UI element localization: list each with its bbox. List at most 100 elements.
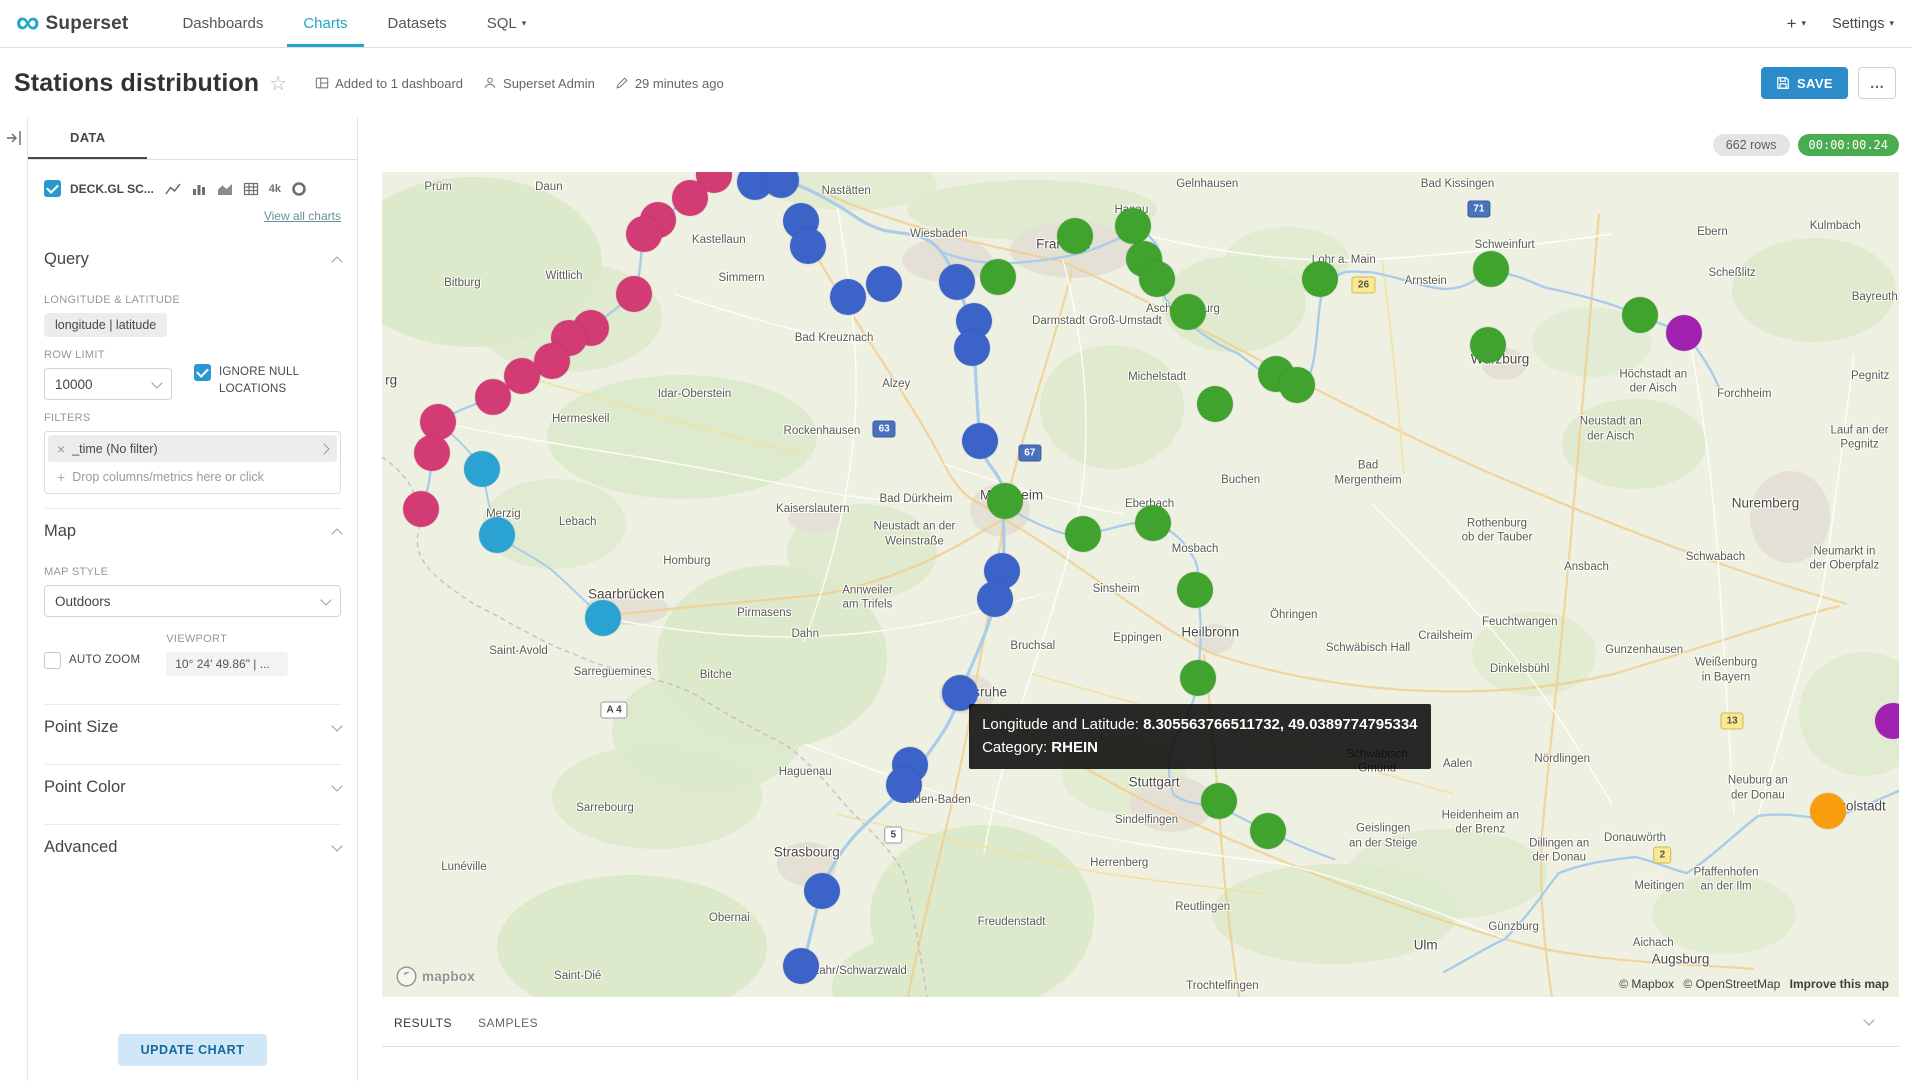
map-point-green[interactable]: [1473, 251, 1509, 287]
map-point-pink[interactable]: [420, 404, 456, 440]
nav-item-charts[interactable]: Charts: [287, 0, 363, 47]
map-point-green[interactable]: [1302, 261, 1338, 297]
view-all-charts-link[interactable]: View all charts: [264, 209, 341, 223]
map-point-green[interactable]: [1065, 516, 1101, 552]
query-section-header[interactable]: Query: [44, 237, 341, 282]
map-point-pink[interactable]: [616, 276, 652, 312]
map-point-blue[interactable]: [790, 228, 826, 264]
map-point-green[interactable]: [1279, 367, 1315, 403]
auto-zoom-control[interactable]: AUTO ZOOM: [44, 652, 140, 669]
advanced-section-header[interactable]: Advanced: [44, 825, 341, 870]
viz-type-checkbox[interactable]: [44, 180, 61, 197]
map-point-pink[interactable]: [626, 216, 662, 252]
map-point-blue[interactable]: [804, 873, 840, 909]
map-point-purple[interactable]: [1666, 315, 1702, 351]
map-point-pink[interactable]: [475, 379, 511, 415]
line-chart-ic on[interactable]: [165, 181, 181, 197]
map-canvas[interactable]: PrümDaunNastättenGelnhausenBad Kissingen…: [382, 172, 1899, 997]
map-point-green[interactable]: [1180, 660, 1216, 696]
map-point-orange[interactable]: [1810, 793, 1846, 829]
map-point-green[interactable]: [987, 483, 1023, 519]
point-color-title: Point Color: [44, 778, 126, 797]
point-size-section-header[interactable]: Point Size: [44, 705, 341, 750]
map-point-green[interactable]: [1139, 261, 1175, 297]
favorite-star-icon[interactable]: ☆: [269, 71, 287, 96]
map-style-select[interactable]: Outdoors: [44, 585, 341, 617]
map-point-blue[interactable]: [954, 330, 990, 366]
last-modified-badge[interactable]: 29 minutes ago: [615, 76, 724, 91]
map-point-cyan[interactable]: [464, 451, 500, 487]
map-city-label: Nastätten: [822, 184, 871, 198]
mapbox-attribution-link[interactable]: © Mapbox: [1619, 977, 1674, 991]
settings-menu[interactable]: Settings▾: [1832, 16, 1894, 32]
new-item-menu[interactable]: +▾: [1787, 14, 1806, 34]
update-chart-button[interactable]: UPDATE CHART: [118, 1034, 268, 1066]
map-point-green[interactable]: [1135, 505, 1171, 541]
more-options-button[interactable]: …: [1858, 67, 1896, 99]
auto-zoom-checkbox[interactable]: [44, 652, 61, 669]
map-point-pink[interactable]: [504, 358, 540, 394]
pie-chart-icon[interactable]: [291, 181, 307, 197]
map-point-green[interactable]: [1177, 572, 1213, 608]
collapse-results-icon[interactable]: [1865, 1014, 1887, 1032]
owner-badge[interactable]: Superset Admin: [483, 76, 595, 91]
filter-drop-zone[interactable]: + Drop columns/metrics here or click: [48, 462, 337, 490]
map-point-pink[interactable]: [672, 180, 708, 216]
map-point-green[interactable]: [1197, 386, 1233, 422]
big-number-icon[interactable]: 4k: [269, 183, 281, 195]
lonlat-value-pill[interactable]: longitude | latitude: [44, 313, 167, 337]
map-point-cyan[interactable]: [585, 600, 621, 636]
map-point-blue[interactable]: [783, 948, 819, 984]
map-point-cyan[interactable]: [479, 517, 515, 553]
map-section-header[interactable]: Map: [44, 509, 341, 554]
nav-item-sql[interactable]: SQL▾: [471, 0, 543, 47]
improve-map-link[interactable]: Improve this map: [1790, 977, 1889, 991]
map-point-blue[interactable]: [977, 581, 1013, 617]
ignore-null-checkbox[interactable]: [194, 364, 211, 381]
lonlat-label: LONGITUDE & LATITUDE: [44, 294, 341, 306]
control-panel: DATA DECK.GL SC... 4k View all charts: [28, 118, 358, 1081]
ignore-null-control[interactable]: IGNORE NULL LOCATIONS: [194, 364, 323, 397]
map-point-pink[interactable]: [414, 435, 450, 471]
map-point-green[interactable]: [1170, 294, 1206, 330]
expand-datasource-panel-icon[interactable]: [6, 130, 22, 1081]
chevron-down-icon: [331, 720, 342, 731]
map-point-green[interactable]: [1250, 813, 1286, 849]
remove-filter-icon[interactable]: ×: [57, 441, 65, 457]
map-city-label: Pegnitz: [1851, 369, 1889, 383]
road-shield: 63: [873, 421, 896, 438]
map-point-blue[interactable]: [830, 279, 866, 315]
map-point-blue[interactable]: [866, 266, 902, 302]
nav-item-datasets[interactable]: Datasets: [372, 0, 463, 47]
map-point-blue[interactable]: [962, 423, 998, 459]
map-point-green[interactable]: [1201, 783, 1237, 819]
table-icon[interactable]: [243, 181, 259, 197]
map-point-green[interactable]: [1622, 297, 1658, 333]
viewport-value[interactable]: 10° 24' 49.86" | ...: [166, 652, 288, 676]
nav-item-dashboards[interactable]: Dashboards: [166, 0, 279, 47]
bar-chart-icon[interactable]: [191, 181, 207, 197]
area-chart-icon[interactable]: [217, 181, 233, 197]
superset-logo[interactable]: ∞ Superset: [16, 0, 128, 47]
tab-samples[interactable]: SAMPLES: [478, 1016, 538, 1030]
map-city-label: Rockenhausen: [784, 424, 861, 438]
map-point-green[interactable]: [1057, 218, 1093, 254]
save-button[interactable]: SAVE: [1761, 67, 1848, 99]
point-color-section-header[interactable]: Point Color: [44, 765, 341, 810]
filter-time-pill[interactable]: × _time (No filter): [48, 435, 337, 462]
map-point-blue[interactable]: [886, 767, 922, 803]
map-point-green[interactable]: [1470, 327, 1506, 363]
osm-attribution-link[interactable]: © OpenStreetMap: [1683, 977, 1780, 991]
viewport-control: VIEWPORT 10° 24' 49.86" | ...: [166, 633, 288, 676]
tab-data[interactable]: DATA: [28, 118, 147, 159]
map-point-green[interactable]: [980, 259, 1016, 295]
map-point-green[interactable]: [1115, 208, 1151, 244]
mapbox-logo[interactable]: mapbox: [396, 966, 475, 987]
map-point-pink[interactable]: [403, 491, 439, 527]
map-point-blue[interactable]: [939, 264, 975, 300]
tab-results[interactable]: RESULTS: [394, 1016, 452, 1030]
dashboard-count-badge[interactable]: Added to 1 dashboard: [315, 76, 463, 91]
row-limit-select[interactable]: 10000: [44, 368, 172, 400]
panel-footer: UPDATE CHART: [28, 1019, 357, 1081]
map-city-label: Meitingen: [1634, 879, 1684, 893]
